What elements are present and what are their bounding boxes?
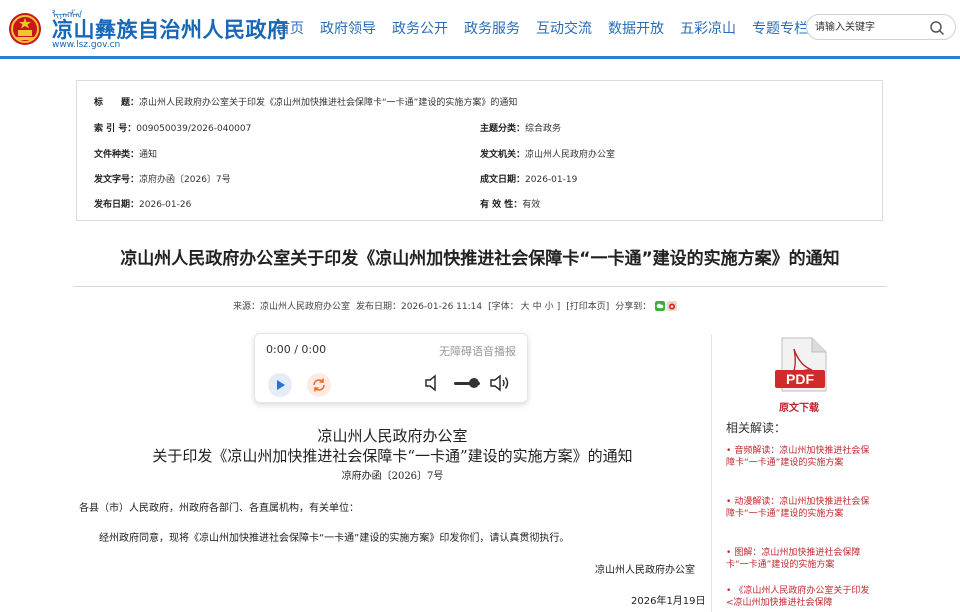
meta-row-index: 索 引 号：009050039/2026-040007 [94,121,251,134]
meta-published-key: 发布日期： [94,200,140,210]
article-publish-time: 发布日期：2026-01-26 11:14 [356,302,483,312]
search-icon[interactable] [929,20,945,36]
related-item-label: 动漫解读：凉山州加快推进社会保障卡“一卡通”建设的实施方案 [726,497,870,520]
font-medium-button[interactable]: 中 [533,302,542,312]
search-box [806,14,956,40]
meta-docno-value: 凉府办函〔2026〕7号 [139,175,231,185]
meta-row-title: 标 题：凉山州人民政府办公室关于印发《凉山州加快推进社会保障卡“一卡通”建设的实… [94,95,517,108]
bullet-icon: • [726,446,732,456]
document-signature: 凉山州人民政府办公室 [595,565,695,576]
related-item-label: 音频解读：凉山州加快推进社会保障卡“一卡通”建设的实施方案 [726,446,870,469]
pdf-file-icon[interactable]: PDF [774,337,828,393]
article-title: 凉山州人民政府办公室关于印发《凉山州加快推进社会保障卡“一卡通”建设的实施方案》… [120,249,840,269]
font-size-control: [字体：大中小] [488,299,560,312]
meta-row-created: 成文日期：2026-01-19 [480,172,577,185]
national-emblem-icon[interactable] [7,9,43,47]
related-item-document[interactable]: • 《凉山州人民政府办公室关于印发<凉山州加快推进社会保障 [726,585,876,610]
meta-category-value: 综合政务 [525,124,562,134]
meta-doctype-value: 通知 [139,150,158,160]
volume-knob[interactable] [468,378,479,388]
meta-row-docno: 发文字号：凉府办函〔2026〕7号 [94,172,231,185]
meta-row-doctype: 文件种类：通知 [94,147,157,160]
document-number: 凉府办函〔2026〕7号 [341,471,444,482]
volume-down-icon[interactable] [424,374,440,392]
document-issuer: 凉山州人民政府办公室 [317,427,468,445]
wechat-share-icon[interactable] [655,300,666,311]
meta-issuer-value: 凉山州人民政府办公室 [525,150,616,160]
meta-published-value: 2026-01-26 [139,200,192,210]
meta-validity-value: 有效 [522,200,541,210]
document-date: 2026年1月19日 [631,596,706,607]
nav-home[interactable]: 首页 [276,18,304,38]
nav-services[interactable]: 政务服务 [464,18,520,38]
bullet-icon: • [726,548,732,558]
share-label: 分享到： [615,302,652,312]
meta-row-published: 发布日期：2026-01-26 [94,197,191,210]
header-divider [0,56,960,59]
meta-category-key: 主题分类： [480,124,526,134]
weibo-share-icon[interactable] [667,300,678,311]
play-icon [277,380,285,390]
meta-docno-key: 发文字号： [94,175,140,185]
document-paragraph: 经州政府同意，现将《凉山州加快推进社会保障卡“一卡通”建设的实施方案》印发你们，… [99,533,570,544]
article-info-bar: 来源：凉山州人民政府办公室 发布日期：2026-01-26 11:14 [字体：… [233,299,678,312]
related-interpretations-title: 相关解读： [726,421,787,435]
font-small-button[interactable]: 小 [545,302,554,312]
meta-row-category: 主题分类：综合政务 [480,121,561,134]
main-nav: 首页 政府领导 政务公开 政务服务 互动交流 数据开放 五彩凉山 专题专栏 [276,18,824,38]
nav-topics[interactable]: 专题专栏 [752,18,808,38]
bullet-icon: • [726,497,732,507]
site-url: www.lsz.gov.cn [52,40,121,50]
meta-created-value: 2026-01-19 [525,175,578,185]
play-button[interactable] [268,373,292,397]
title-divider [73,286,887,287]
article-source: 来源：凉山州人民政府办公室 [233,302,351,312]
meta-created-key: 成文日期： [480,175,526,185]
meta-doctype-key: 文件种类： [94,150,140,160]
font-size-close: ] [556,302,561,312]
player-time: 0:00 / 0:00 [266,343,327,356]
document-meta-table: 标 题：凉山州人民政府办公室关于印发《凉山州加快推进社会保障卡“一卡通”建设的实… [76,80,883,221]
document-heading: 关于印发《凉山州加快推进社会保障卡“一卡通”建设的实施方案》的通知 [152,447,633,465]
accessible-audio-label[interactable]: 无障碍语音播报 [439,343,516,359]
related-item-label: 《凉山州人民政府办公室关于印发<凉山州加快推进社会保障 [726,586,870,609]
meta-validity-key: 有 效 性： [480,200,523,210]
site-header: ᠯᠢᠶᠠᠩᠱᠠᠨ 凉山彝族自治州人民政府 www.lsz.gov.cn 首页 政… [0,0,960,58]
replay-icon [313,378,325,392]
related-item-audio[interactable]: • 音频解读：凉山州加快推进社会保障卡“一卡通”建设的实施方案 [726,445,876,470]
nav-interaction[interactable]: 互动交流 [536,18,592,38]
pdf-icon-text: PDF [786,371,814,387]
related-item-label: 图解：凉山州加快推进社会保障卡“一卡通”建设的实施方案 [726,548,861,571]
volume-slider[interactable] [454,378,480,388]
meta-row-validity: 有 效 性：有效 [480,197,540,210]
meta-index-value: 009050039/2026-040007 [136,124,252,134]
volume-up-icon[interactable] [489,373,511,393]
nav-colorful-liangshan[interactable]: 五彩凉山 [680,18,736,38]
related-item-graphic[interactable]: • 图解：凉山州加快推进社会保障卡“一卡通”建设的实施方案 [726,547,876,572]
search-input[interactable] [815,19,925,35]
print-button[interactable]: [打印本页] [566,299,609,312]
bullet-icon: • [726,586,732,596]
meta-title-key: 标 题： [94,98,140,108]
meta-issuer-key: 发文机关： [480,150,526,160]
nav-leaders[interactable]: 政府领导 [320,18,376,38]
document-addressee: 各县（市）人民政府，州政府各部门、各直属机构，有关单位： [79,503,359,514]
nav-open-data[interactable]: 数据开放 [608,18,664,38]
sidebar-divider [711,334,712,612]
nav-open-gov[interactable]: 政务公开 [392,18,448,38]
font-large-button[interactable]: 大 [521,302,530,312]
original-download-link[interactable]: 原文下载 [779,399,819,414]
meta-title-value: 凉山州人民政府办公室关于印发《凉山州加快推进社会保障卡“一卡通”建设的实施方案》… [139,98,518,108]
audio-player: 0:00 / 0:00 无障碍语音播报 [254,333,528,403]
meta-index-key: 索 引 号： [94,124,137,134]
font-size-label: [字体： [488,302,519,312]
related-item-animation[interactable]: • 动漫解读：凉山州加快推进社会保障卡“一卡通”建设的实施方案 [726,496,876,521]
meta-row-issuer: 发文机关：凉山州人民政府办公室 [480,147,615,160]
replay-button[interactable] [307,373,331,397]
